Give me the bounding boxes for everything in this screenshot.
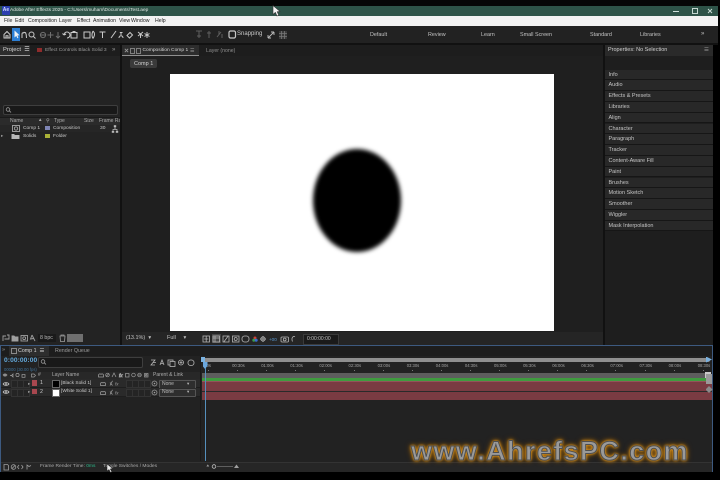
svg-text:+00: +00 [269, 337, 277, 342]
svg-text:fx: fx [115, 382, 119, 387]
svg-text:fx: fx [115, 390, 119, 395]
svg-text:fx: fx [119, 373, 123, 378]
